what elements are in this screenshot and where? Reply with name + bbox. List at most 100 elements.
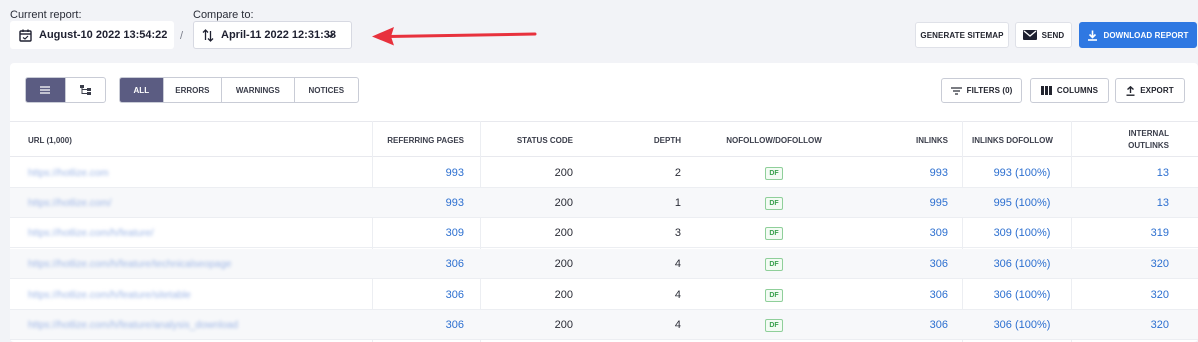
table-cell: https://hotlize.com/h/feature/analysis_d… (28, 310, 328, 340)
inlinks-value[interactable]: 995 (930, 197, 948, 209)
filters-button[interactable]: FILTERS (0) (941, 78, 1022, 103)
table-cell: 993 (868, 158, 948, 188)
internal-outlinks-value[interactable]: 320 (1151, 258, 1169, 270)
table-cell: 13 (1105, 158, 1169, 188)
url-link[interactable]: https://hotlize.com (28, 168, 109, 179)
table-row[interactable]: https://hotlize.com 993 200 2 DF 993 993 (100%… (10, 158, 1198, 188)
table-row[interactable]: https://hotlize.com/h/feature/sitetable 3… (10, 280, 1198, 310)
depth-value: 3 (674, 227, 681, 239)
inlinks-dofollow-value[interactable]: 993 (100%) (994, 167, 1051, 179)
download-report-button[interactable]: DOWNLOAD REPORT (1079, 22, 1197, 48)
inlinks-value[interactable]: 306 (930, 258, 948, 270)
table-header: URL (1,000) REFERRING PAGES STATUS CODE … (10, 121, 1198, 157)
col-url[interactable]: URL (1,000) (28, 122, 228, 158)
url-link[interactable]: https://hotlize.com/h/feature/ (28, 228, 154, 239)
depth-value: 4 (674, 319, 681, 331)
compare-label: Compare to: (193, 9, 254, 21)
export-label: EXPORT (1140, 86, 1174, 95)
inlinks-dofollow-value[interactable]: 995 (100%) (994, 197, 1051, 209)
current-report-selector[interactable]: August-10 2022 13:54:22 (10, 21, 174, 49)
depth-value: 4 (674, 258, 681, 270)
table-row[interactable]: https://hotlize.com/h/feature/analysis_d… (10, 310, 1198, 340)
url-link[interactable]: https://hotlize.com/h/feature/sitetable (28, 290, 191, 301)
generate-sitemap-button[interactable]: GENERATE SITEMAP (915, 22, 1009, 48)
table-row[interactable]: https://hotlize.com/h/feature/309 200 3 DF 3… (10, 218, 1198, 248)
referring-pages-value[interactable]: 306 (446, 258, 464, 270)
col-referring-pages[interactable]: REFERRING PAGES (372, 122, 464, 158)
upload-icon (1126, 85, 1135, 96)
referring-pages-value[interactable]: 993 (446, 167, 464, 179)
referring-pages-value[interactable]: 306 (446, 289, 464, 301)
table-cell: 309 (372, 218, 464, 248)
internal-outlinks-value[interactable]: 320 (1151, 319, 1169, 331)
table-row[interactable]: https://hotlize.com/h/feature/technicals… (10, 249, 1198, 279)
depth-value: 2 (674, 167, 681, 179)
url-link[interactable]: https://hotlize.com/ (28, 198, 111, 209)
table-cell: 1 (610, 188, 681, 218)
col-status-code[interactable]: STATUS CODE (480, 122, 573, 158)
col-inlinks[interactable]: INLINKS (868, 122, 948, 158)
table-cell: https://hotlize.com (28, 158, 328, 188)
inlinks-dofollow-value[interactable]: 309 (100%) (994, 227, 1051, 239)
status-code-value: 200 (554, 319, 573, 331)
tab-notices[interactable]: NOTICES (295, 78, 358, 102)
referring-pages-value[interactable]: 306 (446, 319, 464, 331)
inlinks-dofollow-value[interactable]: 306 (100%) (994, 289, 1051, 301)
table-cell: 320 (1105, 280, 1169, 310)
table-cell: 309 (868, 218, 948, 248)
tree-icon (79, 85, 91, 95)
col-inlinks-dofollow[interactable]: INLINKS DOFOLLOW (972, 122, 1072, 158)
tree-view-button[interactable] (66, 78, 106, 102)
table-cell: 3 (610, 218, 681, 248)
table-cell: 4 (610, 280, 681, 310)
inlinks-value[interactable]: 993 (930, 167, 948, 179)
depth-value: 1 (674, 197, 681, 209)
internal-outlinks-value[interactable]: 319 (1151, 227, 1169, 239)
table-cell: 4 (610, 310, 681, 340)
compare-report-value: April-11 2022 12:31:38 (221, 29, 336, 41)
table-cell: 200 (480, 218, 573, 248)
tab-all[interactable]: ALL (120, 78, 164, 102)
download-icon (1088, 30, 1098, 41)
status-code-value: 200 (554, 167, 573, 179)
inlinks-value[interactable]: 306 (930, 289, 948, 301)
inlinks-value[interactable]: 309 (930, 227, 948, 239)
table-row[interactable]: https://hotlize.com/993 200 1 DF 995 995 (100… (10, 188, 1198, 218)
table-cell: 995 (868, 188, 948, 218)
table-cell: 993 (100%) (972, 158, 1072, 188)
current-report-value: August-10 2022 13:54:22 (39, 29, 168, 41)
export-button[interactable]: EXPORT (1115, 78, 1185, 103)
inlinks-dofollow-value[interactable]: 306 (100%) (994, 258, 1051, 270)
internal-outlinks-value[interactable]: 320 (1151, 289, 1169, 301)
issue-filter-tabs: ALL ERRORS WARNINGS NOTICES (119, 77, 359, 103)
list-view-button[interactable] (26, 78, 66, 102)
inlinks-dofollow-value[interactable]: 306 (100%) (994, 319, 1051, 331)
col-nofollow-dofollow[interactable]: NOFOLLOW/DOFOLLOW (697, 122, 851, 158)
tab-warnings[interactable]: WARNINGS (222, 78, 295, 102)
status-code-value: 200 (554, 289, 573, 301)
referring-pages-value[interactable]: 309 (446, 227, 464, 239)
inlinks-value[interactable]: 306 (930, 319, 948, 331)
table-cell: 200 (480, 310, 573, 340)
table-cell: 306 (100%) (972, 249, 1072, 279)
internal-outlinks-value[interactable]: 13 (1157, 167, 1169, 179)
filters-label: FILTERS (0) (966, 86, 1013, 95)
col-internal-outlinks[interactable]: INTERNAL OUTLINKS (1105, 122, 1169, 158)
col-depth[interactable]: DEPTH (610, 122, 681, 158)
referring-pages-value[interactable]: 993 (446, 197, 464, 209)
table-cell: 320 (1105, 310, 1169, 340)
send-button[interactable]: SEND (1015, 22, 1072, 48)
table-cell: https://hotlize.com/ (28, 188, 328, 218)
columns-button[interactable]: COLUMNS (1030, 78, 1109, 103)
compare-report-dropdown[interactable]: April-11 2022 12:31:38 (193, 21, 352, 49)
url-link[interactable]: https://hotlize.com/h/feature/technicals… (28, 259, 231, 270)
internal-outlinks-value[interactable]: 13 (1157, 197, 1169, 209)
compare-separator: / (180, 30, 184, 42)
tab-errors[interactable]: ERRORS (164, 78, 223, 102)
dofollow-badge: DF (765, 166, 783, 180)
table-cell: 993 (372, 188, 464, 218)
status-code-value: 200 (554, 227, 573, 239)
url-link[interactable]: https://hotlize.com/h/feature/analysis_d… (28, 320, 238, 331)
envelope-icon (1022, 30, 1037, 40)
table-cell: DF (697, 218, 851, 248)
